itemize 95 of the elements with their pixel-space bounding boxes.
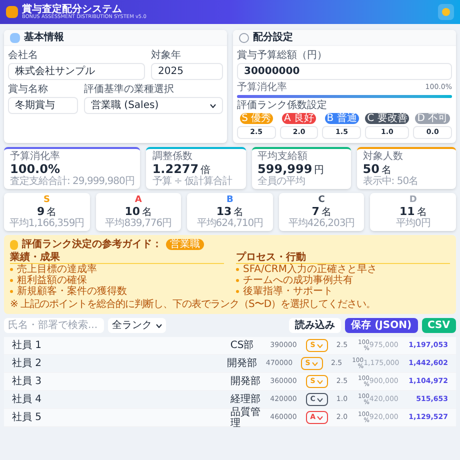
card-title: 配分設定 bbox=[253, 32, 293, 43]
text-field[interactable]: 冬期賞与 bbox=[8, 97, 78, 114]
department-cell-text: 開発部 bbox=[230, 376, 262, 387]
stat-note: 表示中: 50名 bbox=[362, 176, 420, 187]
guide-note: ※ 上記のポイントを総合的に判断し、下の表でランク（S〜D）を選択してください。 bbox=[10, 299, 377, 310]
stat-label: 平均支給額 bbox=[258, 151, 309, 162]
rank-badge: D 不可 bbox=[415, 113, 450, 124]
guide-item: 売上目標の達成率 bbox=[17, 264, 97, 275]
bullet-icon bbox=[10, 279, 13, 282]
guide-title: 評価ランク決定の参考ガイド： bbox=[22, 239, 162, 250]
department-cell-text: 開発部 bbox=[226, 358, 258, 369]
toolbar-button[interactable]: 保存 (JSON) bbox=[345, 318, 418, 333]
name-cell-text: 社員 3 bbox=[12, 376, 43, 387]
progress-label: 予算消化率 bbox=[237, 82, 287, 93]
field-label: 評価基準の業種選択 bbox=[84, 84, 175, 95]
stat-value: 1.2277 bbox=[152, 162, 199, 176]
budget-field[interactable]: 30000000 bbox=[237, 63, 452, 80]
rank-count: 13 bbox=[216, 206, 232, 218]
bullet-icon bbox=[236, 290, 239, 293]
field-label: 評価ランク係数設定 bbox=[237, 100, 328, 111]
industry-select[interactable]: 営業職 (Sales) bbox=[84, 97, 223, 114]
chevron-icon bbox=[312, 362, 318, 366]
rank-unit: 名 bbox=[46, 207, 57, 218]
rank-average: 平均624,710円 bbox=[196, 218, 264, 229]
name-cell-text: 社員 5 bbox=[12, 412, 43, 423]
department-cell-text: CS部 bbox=[230, 340, 255, 351]
stat-label: 予算消化率 bbox=[10, 151, 61, 162]
bullet-icon bbox=[236, 279, 239, 282]
text-field[interactable]: 株式会社サンプル bbox=[8, 63, 145, 80]
name-cell-text: 社員 4 bbox=[12, 394, 43, 405]
text-field[interactable]: 2025 bbox=[151, 63, 223, 80]
stat-label: 調整係数 bbox=[152, 151, 194, 162]
rank-count: 11 bbox=[400, 206, 415, 218]
rank-unit: 名 bbox=[321, 207, 332, 218]
field-label: 賞与予算総額（円） bbox=[237, 50, 328, 61]
guide-item: チームへの成功事例共有 bbox=[243, 275, 353, 286]
chevron-icon bbox=[317, 398, 324, 402]
stat-value: 100.0% bbox=[10, 162, 60, 176]
chevron-icon bbox=[317, 416, 324, 420]
rank-letter: A bbox=[134, 195, 142, 206]
department-cell-text: 経理部 bbox=[230, 394, 262, 405]
stat-unit: 倍 bbox=[200, 165, 211, 176]
guide-item: 後輩指導・サポート bbox=[243, 286, 333, 297]
bullet-icon bbox=[10, 290, 13, 293]
rank-badge: B 普通 bbox=[324, 113, 359, 124]
rank-badge: S 優秀 bbox=[240, 113, 274, 124]
rank-average: 平均426,203円 bbox=[288, 218, 355, 229]
stat-unit: 円 bbox=[314, 165, 324, 176]
rank-badge: C 要改善 bbox=[365, 113, 410, 124]
field-label: 賞与名称 bbox=[8, 84, 49, 95]
stat-label: 対象人数 bbox=[362, 151, 404, 162]
rank-letter: D bbox=[409, 195, 417, 206]
stat-note: 全員の平均 bbox=[258, 176, 306, 187]
rank-letter: S bbox=[44, 195, 50, 206]
rank-filter-select[interactable]: 全ランク bbox=[108, 318, 166, 333]
rank-letter: C bbox=[318, 195, 325, 206]
stat-value: 599,999 bbox=[258, 162, 312, 176]
card-title: 基本情報 bbox=[24, 32, 64, 43]
name-cell-text: 社員 1 bbox=[12, 340, 43, 351]
bullet-icon bbox=[10, 268, 13, 271]
rank-average: 平均1,166,359円 bbox=[9, 218, 84, 229]
stat-note: 査定支給合計: 29,999,980円 bbox=[10, 176, 134, 187]
stat-value: 50 bbox=[362, 162, 380, 176]
department-cell-text: 品質管理 bbox=[230, 406, 262, 428]
guide-item: 粗利益額の確保 bbox=[17, 275, 87, 286]
rank-unit: 名 bbox=[142, 207, 152, 218]
chevron-icon bbox=[156, 324, 162, 328]
guide-item: 新規顧客・案件の獲得数 bbox=[17, 286, 127, 297]
rank-letter: B bbox=[226, 195, 234, 206]
rank-count: 10 bbox=[124, 206, 140, 218]
rank-badge: A 良好 bbox=[282, 113, 316, 124]
rank-average: 平均0円 bbox=[396, 218, 430, 229]
rank-count: 9 bbox=[36, 206, 45, 218]
guide-heading: プロセス・行動 bbox=[236, 252, 450, 264]
lightbulb-icon bbox=[10, 240, 18, 250]
bullet-icon bbox=[236, 268, 239, 271]
chevron-icon bbox=[210, 104, 216, 108]
field-label: 会社名 bbox=[8, 50, 39, 61]
field-label: 対象年 bbox=[151, 50, 182, 61]
rank-count: 7 bbox=[312, 206, 320, 218]
rank-average: 平均839,776円 bbox=[105, 218, 172, 229]
toolbar-button[interactable]: 読み込み bbox=[289, 318, 342, 333]
chevron-icon bbox=[317, 380, 324, 384]
chevron-icon bbox=[317, 344, 324, 348]
name-cell-text: 社員 2 bbox=[12, 358, 43, 369]
logo-icon bbox=[6, 6, 18, 18]
app-title: 賞与査定配分システム bbox=[22, 4, 122, 14]
rank-unit: 名 bbox=[416, 207, 427, 218]
theme-toggle-button[interactable] bbox=[438, 4, 454, 20]
stat-note: 予算 ÷ 仮計算合計 bbox=[152, 176, 234, 187]
industry-badge: 営業職 bbox=[166, 239, 204, 250]
stat-unit: 名 bbox=[381, 165, 392, 176]
rank-unit: 名 bbox=[234, 207, 244, 218]
guide-item: SFA/CRM入力の正確さと早さ bbox=[243, 264, 377, 275]
guide-heading: 業績・成果 bbox=[10, 252, 224, 264]
